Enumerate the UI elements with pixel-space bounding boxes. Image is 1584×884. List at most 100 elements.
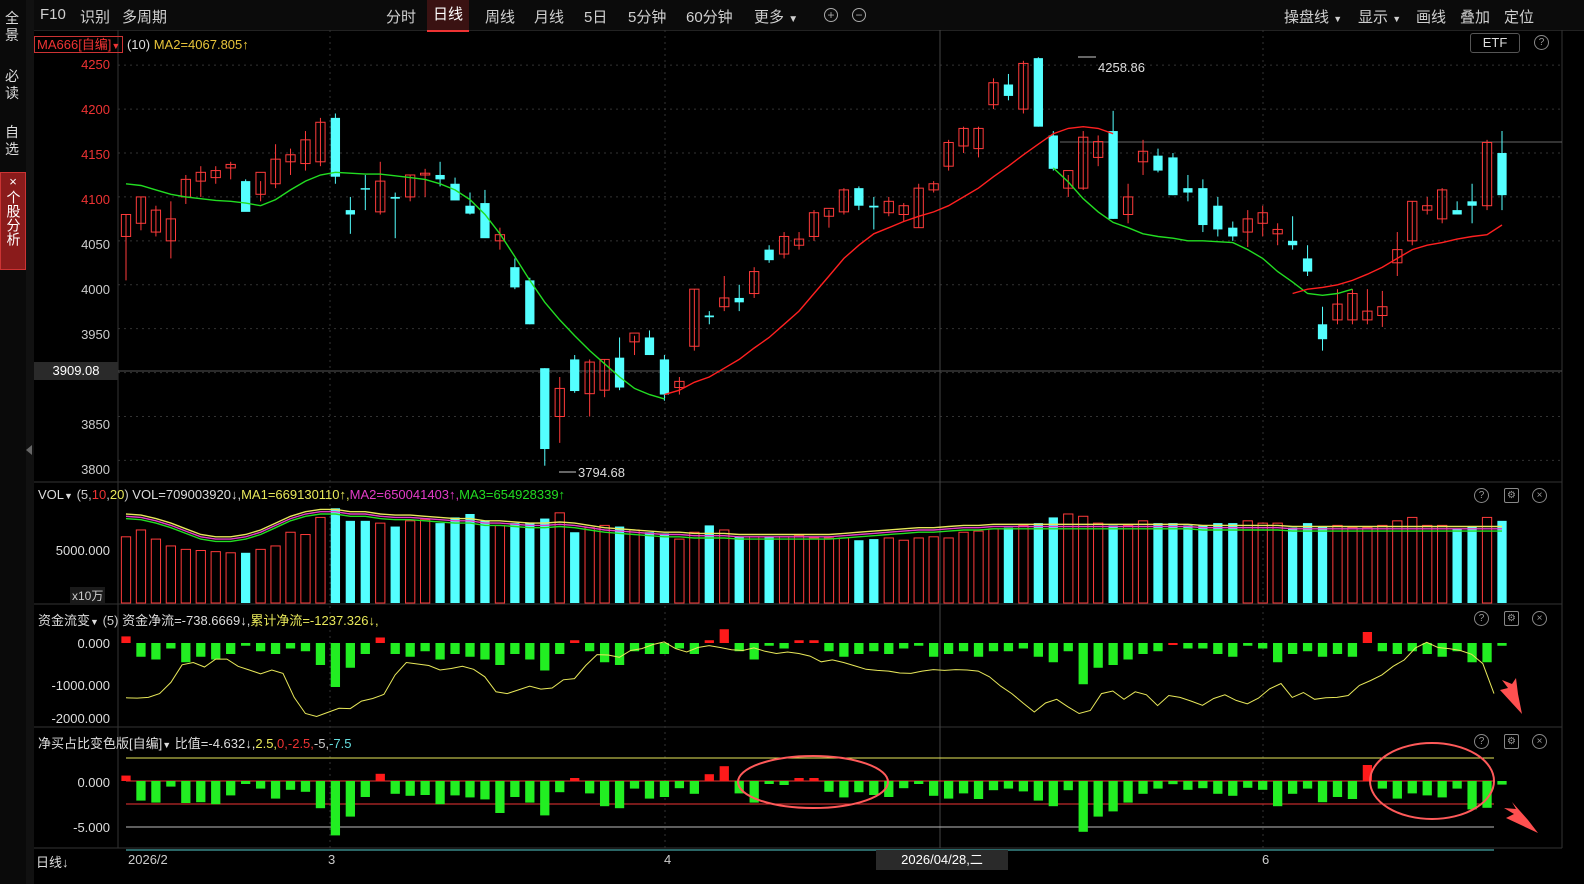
ratio-bar (929, 781, 939, 796)
volume-bar-down (1287, 527, 1298, 603)
ratio-bar (629, 781, 640, 789)
candle-body-down (764, 249, 774, 261)
settings-icon[interactable]: ⚙ (1504, 734, 1519, 749)
help-icon[interactable]: ? (1534, 35, 1549, 50)
flow-bar (988, 643, 999, 652)
ratio-bar (196, 781, 206, 803)
ratio-bar (824, 781, 834, 792)
help-icon[interactable]: ? (1474, 734, 1489, 749)
flow-bar (1392, 643, 1402, 654)
ratio-bar (405, 781, 415, 796)
flow-bar (1078, 643, 1088, 685)
flow-bar (1317, 643, 1328, 657)
period-footer[interactable]: 日线↓ (36, 852, 69, 871)
candle-body-down (510, 267, 520, 288)
candle-body-down (360, 188, 370, 190)
flow-bar (1183, 643, 1193, 649)
volume-bar-up (823, 537, 835, 604)
ratio-bar (585, 781, 595, 794)
x-label: 4 (664, 852, 672, 867)
flow-bar (973, 643, 984, 657)
vol-title[interactable]: VOL▼ (38, 487, 73, 502)
flow-bar (1437, 643, 1447, 657)
flow-bar (764, 643, 774, 646)
flow-bar (929, 643, 939, 657)
volume-bar-down (1213, 523, 1223, 603)
ratio-bar (510, 781, 520, 797)
volume-bar-up (255, 548, 266, 604)
candle-body-down (570, 359, 580, 392)
flow-title-label: 资金流变 (38, 613, 91, 628)
ratio-l4: -5, (313, 736, 330, 751)
ratio-bar (973, 781, 984, 799)
ratio-bar (435, 781, 445, 805)
y-tick: 4000 (81, 282, 110, 297)
flow-bar (1063, 643, 1073, 652)
candle-body-down (345, 210, 355, 215)
ratio-bar (136, 781, 146, 801)
annotation-ellipse (737, 755, 889, 809)
flow-bar (1198, 643, 1208, 649)
flow-bar (1362, 632, 1373, 643)
flow-bar (300, 643, 311, 652)
ratio-bar (644, 781, 655, 799)
ratio-bar (285, 781, 296, 790)
x-label: 6 (1262, 852, 1270, 867)
flow-bar (1422, 643, 1432, 654)
ratio-bar (943, 781, 954, 799)
volume-bar-up (1272, 522, 1283, 604)
y-tick: 4100 (81, 192, 110, 207)
flow-cum: 累计净流=-1237.326↓, (250, 613, 379, 628)
close-icon[interactable]: × (1532, 488, 1547, 503)
flow-bar (1213, 643, 1223, 654)
ratio-bar (360, 781, 370, 797)
ratio-bar (330, 781, 341, 836)
flow-bar (1003, 643, 1014, 652)
volume-bar-up (1407, 516, 1418, 604)
ratio-bar (450, 781, 460, 796)
ratio-bar (1183, 781, 1193, 790)
volume-bar-down (1153, 523, 1163, 603)
etf-button[interactable]: ETF (1470, 33, 1520, 53)
ratio-bar (899, 781, 909, 789)
candle-body-down (465, 205, 475, 214)
help-icon[interactable]: ? (1474, 488, 1489, 503)
ratio-bar (226, 781, 236, 796)
flow-title[interactable]: 资金流变▼ (38, 613, 99, 628)
flow-bar (779, 643, 789, 649)
ratio-bar (1347, 781, 1358, 799)
volume-bar-down (1302, 523, 1313, 603)
volume-bar-up (1093, 522, 1104, 604)
candle-body-down (1317, 324, 1328, 340)
ratio-bar (555, 781, 565, 793)
settings-icon[interactable]: ⚙ (1504, 611, 1519, 626)
settings-icon[interactable]: ⚙ (1504, 488, 1519, 503)
indicator-select[interactable]: MA666[自编]▼ (34, 36, 124, 53)
volume-bar-up (1362, 527, 1373, 604)
ratio-panel-header: 净买占比变色版[自编]▼ 比值=-4.632↓,2.5,0,-2.5,-5,-7… (38, 733, 351, 752)
flow-bar (1332, 643, 1343, 654)
ratio-title[interactable]: 净买占比变色版[自编]▼ (38, 736, 171, 751)
ratio-bar (166, 781, 176, 787)
volume-bar-down (345, 520, 355, 603)
flow-bar (958, 643, 969, 652)
flow-bar (136, 643, 146, 657)
close-icon[interactable]: × (1532, 734, 1547, 749)
close-icon[interactable]: × (1532, 611, 1547, 626)
flow-bar (1138, 643, 1148, 654)
flow-bar (255, 643, 266, 652)
help-icon[interactable]: ? (1474, 611, 1489, 626)
volume-bar-down (644, 532, 655, 603)
ratio-bar (1093, 781, 1103, 817)
ratio-bar (121, 775, 131, 781)
volume-bar-up (629, 529, 640, 604)
y-tick: -2000.000 (51, 711, 110, 726)
ratio-bar (1123, 781, 1133, 803)
y-tick: 4050 (81, 237, 110, 252)
ratio-bar (779, 781, 789, 785)
flow-bar (614, 643, 625, 665)
volume-bar-up (419, 519, 431, 604)
vol-ma3: MA3=654928339↑ (459, 487, 566, 502)
y-tick: -5.000 (73, 820, 110, 835)
ratio-bar (1228, 781, 1238, 796)
